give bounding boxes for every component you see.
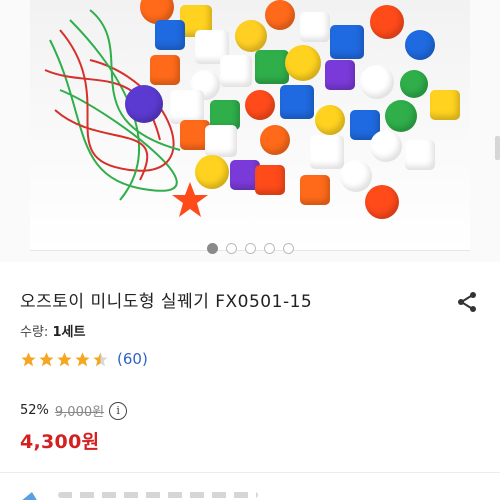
star-rating <box>20 351 109 368</box>
star-icon <box>57 351 72 366</box>
rating[interactable]: (60) <box>20 350 148 368</box>
quantity-value: 1세트 <box>52 325 86 340</box>
gallery-pagination <box>0 243 500 254</box>
cut-off-icon <box>22 492 37 500</box>
sale-price: 4,300원 <box>20 431 100 453</box>
scrollbar-thumb[interactable] <box>495 136 500 160</box>
cut-off-next-section <box>20 484 260 500</box>
product-title: 오즈토이 미니도형 실꿰기 FX0501-15 <box>20 292 313 312</box>
quantity-info: 수량: 1세트 <box>20 321 85 340</box>
discount-row: 52% 9,000원 i <box>20 401 128 420</box>
half-star-icon <box>93 351 108 366</box>
divider <box>0 472 500 473</box>
info-icon[interactable]: i <box>109 401 128 420</box>
product-image[interactable] <box>0 0 500 262</box>
gallery-dot-2[interactable] <box>225 243 237 254</box>
gallery-dot-3[interactable] <box>244 243 256 254</box>
gallery-dot-5[interactable] <box>282 243 294 254</box>
star-bead <box>172 182 208 217</box>
review-count-link[interactable]: (60) <box>117 350 148 368</box>
gallery-dot-4[interactable] <box>263 243 275 254</box>
star-icon <box>21 351 36 366</box>
bead-bag-photo <box>30 0 470 251</box>
star-icon <box>39 351 54 366</box>
star-icon <box>75 351 90 366</box>
cut-off-text <box>58 492 258 498</box>
quantity-label: 수량: <box>20 325 49 340</box>
original-price: 9,000원 <box>54 405 105 420</box>
discount-rate: 52% <box>20 403 49 418</box>
share-icon[interactable] <box>455 290 479 314</box>
gallery-dot-1[interactable] <box>206 243 218 254</box>
